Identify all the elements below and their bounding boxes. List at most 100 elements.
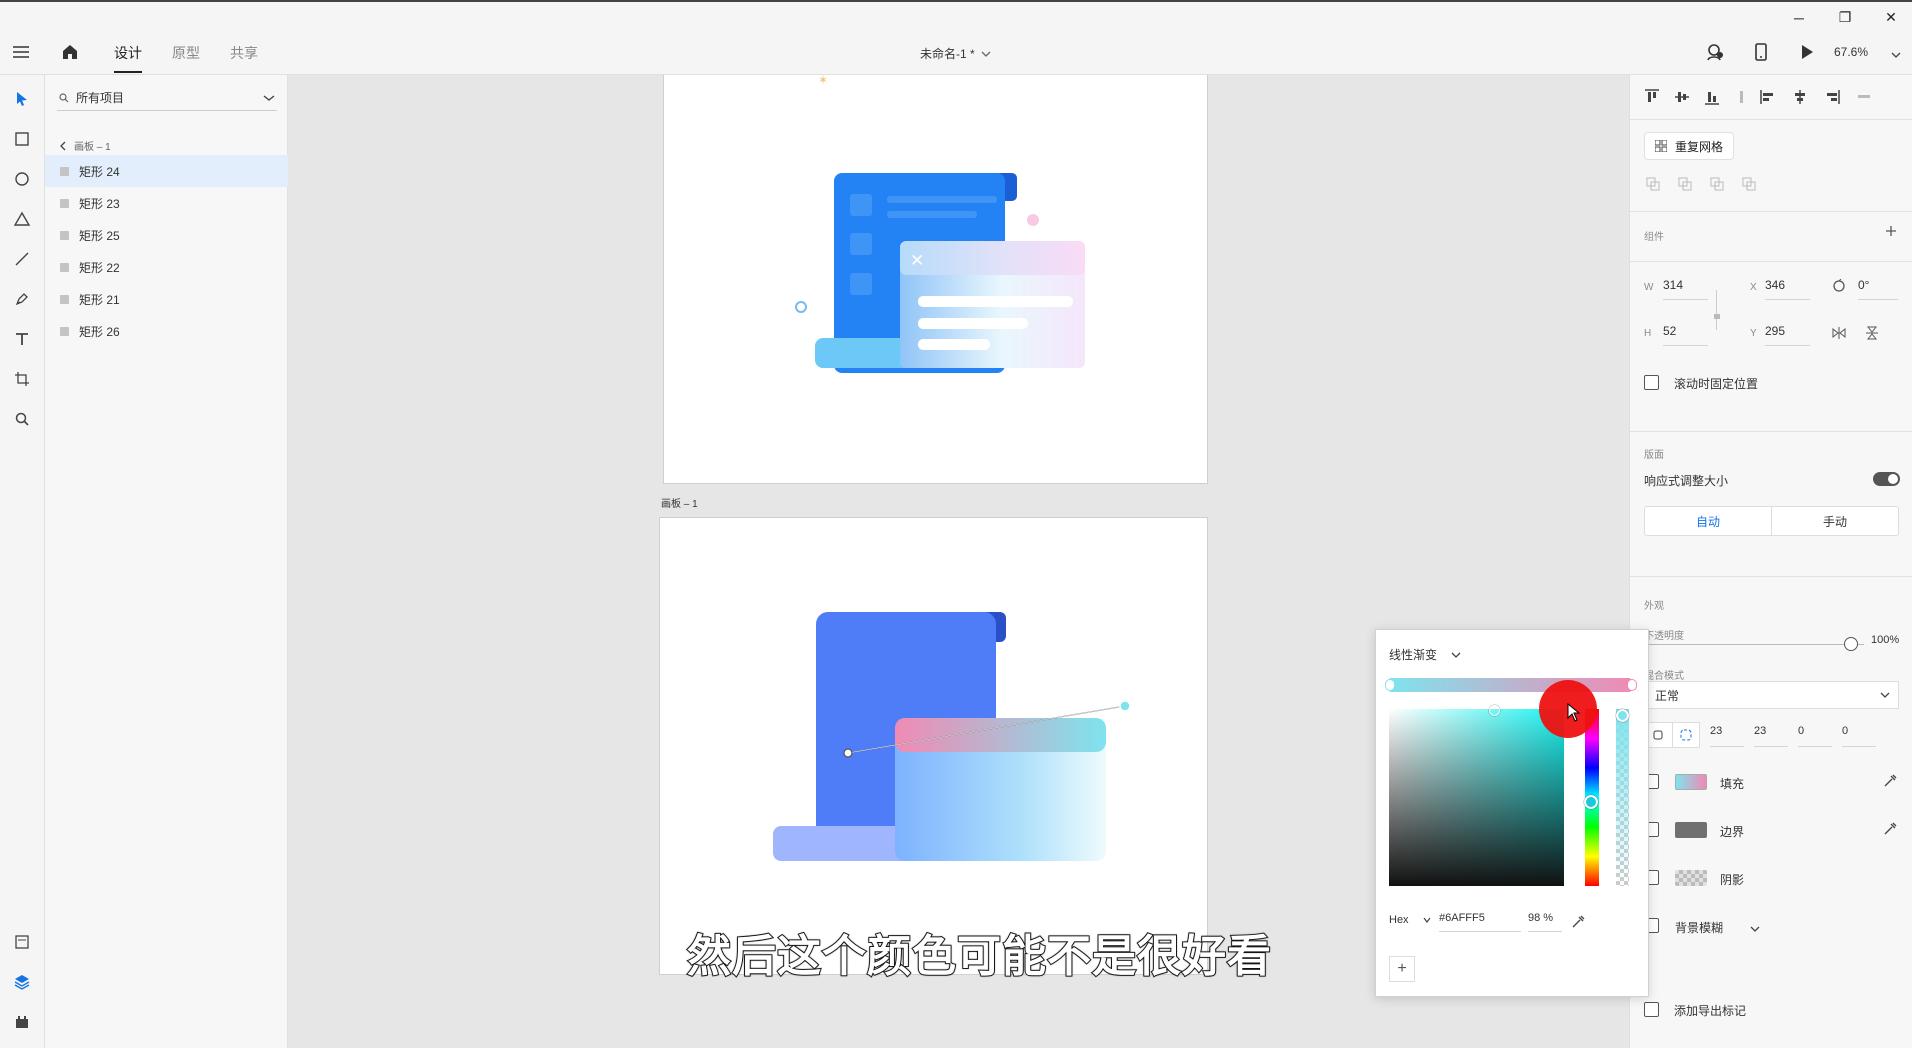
close-window-button[interactable]: ✕ bbox=[1868, 2, 1912, 33]
auto-resize-option[interactable]: 自动 bbox=[1645, 507, 1772, 535]
opacity-slider-thumb[interactable] bbox=[1844, 637, 1858, 651]
ellipse-icon bbox=[15, 172, 29, 186]
restore-button[interactable]: ❐ bbox=[1822, 2, 1868, 33]
document-title-text: 未命名-1 * bbox=[920, 47, 975, 61]
artboard-label[interactable]: 画板 – 1 bbox=[661, 495, 698, 510]
gradient-stop-end[interactable] bbox=[1627, 679, 1637, 691]
per-corner-button[interactable] bbox=[1671, 723, 1700, 747]
tab-design[interactable]: 设计 bbox=[114, 43, 142, 73]
color-handle[interactable] bbox=[1489, 705, 1500, 716]
rotation-field[interactable]: 0° bbox=[1858, 278, 1898, 300]
layers-panel-button[interactable] bbox=[8, 968, 36, 996]
gradient-bar[interactable] bbox=[1389, 678, 1631, 692]
minimize-button[interactable]: ─ bbox=[1776, 2, 1822, 33]
artboard-1[interactable] bbox=[659, 517, 1208, 975]
alpha-slider-thumb[interactable] bbox=[1616, 709, 1629, 722]
tab-share[interactable]: 共享 bbox=[230, 43, 258, 63]
y-field[interactable]: 295 bbox=[1765, 324, 1810, 346]
zoom-tool[interactable] bbox=[8, 405, 36, 433]
shadow-swatch[interactable] bbox=[1675, 870, 1707, 886]
align-middle-icon[interactable] bbox=[1674, 89, 1690, 105]
border-eyedropper[interactable] bbox=[1883, 822, 1897, 839]
add-component-button[interactable] bbox=[1885, 224, 1897, 242]
align-center-icon[interactable] bbox=[1792, 89, 1808, 105]
align-toolbar bbox=[1644, 89, 1750, 105]
layer-item[interactable]: 矩形 22 bbox=[45, 251, 288, 283]
blend-mode-dropdown[interactable]: 正常 bbox=[1644, 681, 1899, 709]
device-preview-button[interactable] bbox=[1754, 43, 1768, 64]
line-tool[interactable] bbox=[8, 245, 36, 273]
border-swatch[interactable] bbox=[1675, 822, 1707, 838]
width-field[interactable]: 314 bbox=[1663, 278, 1708, 300]
pen-tool[interactable] bbox=[8, 285, 36, 313]
layers-breadcrumb[interactable]: 画板 – 1 bbox=[60, 138, 111, 153]
home-button[interactable] bbox=[61, 43, 79, 64]
corner-radius-tl[interactable]: 23 bbox=[1710, 725, 1744, 747]
select-tool[interactable] bbox=[8, 85, 36, 113]
align-bottom-icon[interactable] bbox=[1704, 89, 1720, 105]
rectangle-icon bbox=[60, 294, 69, 304]
alpha-input[interactable]: 98 % bbox=[1528, 912, 1562, 932]
opacity-slider[interactable] bbox=[1644, 644, 1864, 645]
responsive-toggle[interactable] bbox=[1873, 472, 1900, 486]
align-right-icon[interactable] bbox=[1824, 89, 1840, 105]
ellipse-tool[interactable] bbox=[8, 165, 36, 193]
gradient-stop-start[interactable] bbox=[1385, 679, 1395, 691]
saturation-brightness-field[interactable] bbox=[1389, 709, 1564, 886]
zoom-level[interactable]: 67.6% bbox=[1834, 45, 1868, 59]
text-tool[interactable] bbox=[8, 325, 36, 353]
hex-input[interactable]: #6AFFF5 bbox=[1439, 912, 1521, 932]
rectangle-tool[interactable] bbox=[8, 125, 36, 153]
hue-slider-thumb[interactable] bbox=[1584, 795, 1598, 809]
repeat-grid-button[interactable]: 重复网格 bbox=[1644, 132, 1735, 160]
picker-eyedropper[interactable] bbox=[1571, 915, 1585, 932]
hamburger-menu-button[interactable] bbox=[12, 44, 30, 63]
flip-vertical-button[interactable] bbox=[1865, 326, 1879, 343]
layer-item[interactable]: 矩形 26 bbox=[45, 315, 288, 347]
plugins-panel-button[interactable] bbox=[8, 1008, 36, 1036]
opacity-value[interactable]: 100% bbox=[1871, 634, 1899, 646]
fix-scroll-checkbox[interactable] bbox=[1644, 375, 1659, 390]
layer-item[interactable]: 矩形 21 bbox=[45, 283, 288, 315]
flip-horizontal-button[interactable] bbox=[1832, 326, 1846, 343]
corner-radius-tr[interactable]: 23 bbox=[1754, 725, 1788, 747]
align-left-icon[interactable] bbox=[1760, 89, 1776, 105]
svg-text:✶: ✶ bbox=[818, 75, 828, 87]
gradient-type-dropdown[interactable]: 线性渐变 bbox=[1389, 646, 1461, 663]
play-preview-button[interactable] bbox=[1800, 44, 1814, 63]
align-top-icon[interactable] bbox=[1644, 89, 1660, 105]
account-button[interactable] bbox=[1706, 43, 1724, 64]
layer-filter-label: 所有项目 bbox=[76, 91, 125, 105]
fill-swatch[interactable] bbox=[1675, 774, 1707, 790]
arrow-cursor-icon bbox=[17, 92, 27, 106]
assets-panel-button[interactable] bbox=[8, 928, 36, 956]
document-title[interactable]: 未命名-1 * bbox=[920, 45, 991, 62]
add-swatch-button[interactable]: + bbox=[1389, 956, 1415, 982]
exclude-icon[interactable] bbox=[1742, 177, 1756, 191]
union-icon[interactable] bbox=[1646, 177, 1660, 191]
x-field[interactable]: 346 bbox=[1765, 278, 1810, 300]
corner-radius-br[interactable]: 0 bbox=[1798, 725, 1832, 747]
intersect-icon[interactable] bbox=[1710, 177, 1724, 191]
layer-item[interactable]: 矩形 23 bbox=[45, 187, 288, 219]
artboard-top[interactable]: ✶ ✕ bbox=[663, 75, 1208, 484]
layer-item[interactable]: 矩形 24 bbox=[45, 155, 288, 187]
polygon-tool[interactable] bbox=[8, 205, 36, 233]
color-format-dropdown[interactable]: Hex bbox=[1389, 914, 1431, 926]
height-field[interactable]: 52 bbox=[1663, 324, 1708, 346]
user-icon bbox=[1707, 44, 1723, 61]
tab-prototype[interactable]: 原型 bbox=[172, 43, 200, 63]
layer-item[interactable]: 矩形 25 bbox=[45, 219, 288, 251]
bg-blur-dropdown[interactable] bbox=[1750, 921, 1760, 936]
manual-resize-option[interactable]: 手动 bbox=[1772, 507, 1898, 535]
alpha-slider[interactable] bbox=[1616, 709, 1629, 886]
export-mark-checkbox[interactable] bbox=[1644, 1002, 1659, 1017]
artboard-tool[interactable] bbox=[8, 365, 36, 393]
distribute-horizontal-icon[interactable] bbox=[1856, 89, 1872, 105]
distribute-vertical-icon[interactable] bbox=[1734, 89, 1750, 105]
fill-eyedropper[interactable] bbox=[1883, 774, 1897, 791]
corner-radius-bl[interactable]: 0 bbox=[1842, 725, 1876, 747]
zoom-dropdown[interactable] bbox=[1891, 47, 1901, 62]
layer-filter-dropdown[interactable]: 所有项目 bbox=[57, 85, 277, 111]
subtract-icon[interactable] bbox=[1678, 177, 1692, 191]
